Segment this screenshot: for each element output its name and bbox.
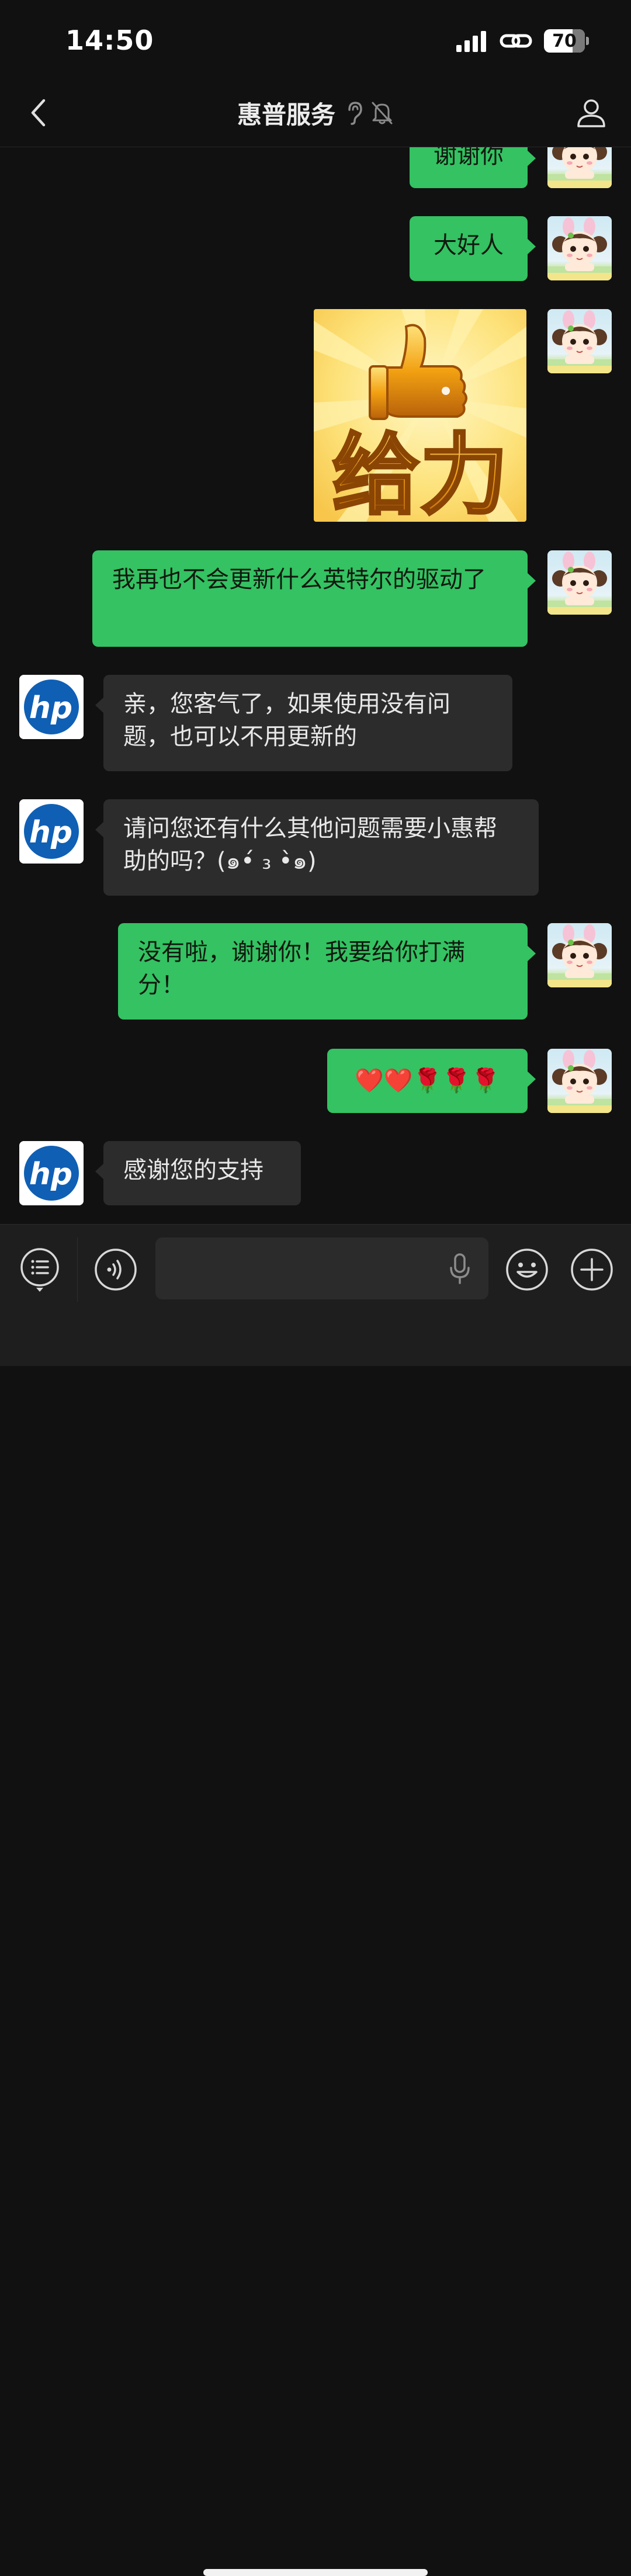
chat-info-button[interactable] [574, 95, 609, 130]
message-input[interactable] [155, 1237, 488, 1299]
message-bubble-service[interactable]: 亲，您客气了，如果使用没有问题，也可以不用更新的 [95, 675, 512, 771]
thumbs-up-sticker-image: 给力 [314, 309, 526, 522]
girl-avatar-icon [547, 924, 612, 987]
status-icons: 70 [456, 29, 589, 53]
hp-logo-text: hp [29, 1157, 72, 1192]
message-text: 感谢您的支持 [123, 1157, 264, 1184]
plus-icon [571, 1249, 613, 1291]
chat-message-list[interactable]: 谢谢你 大好人 给力 我再也不会更新什么英特尔的驱动了 hp 亲，您客气了，如果… [0, 0, 631, 1224]
message-bubble-mine[interactable]: ❤️❤️🌹🌹🌹 [327, 1049, 536, 1113]
girl-avatar-icon [547, 552, 612, 615]
my-avatar[interactable] [547, 923, 612, 987]
list-menu-icon [20, 1248, 59, 1292]
message-bubble-service[interactable]: 请问您还有什么其他问题需要小惠帮助的吗？(๑•́ ₃ •̀๑) [95, 799, 539, 896]
message-input-bar [0, 1224, 631, 2576]
home-indicator[interactable] [203, 2569, 428, 2576]
message-bubble-mine[interactable]: 没有啦，谢谢你！我要给你打满分！ [118, 923, 536, 1020]
sticker-text: 给力 [332, 425, 508, 522]
thumbs-up-sticker[interactable]: 给力 [314, 309, 526, 522]
hp-avatar[interactable]: hp [19, 1141, 84, 1205]
earpiece-mode-icon [348, 102, 362, 125]
my-avatar[interactable] [547, 1049, 612, 1113]
message-bubble-mine[interactable]: 我再也不会更新什么英特尔的驱动了 [92, 550, 536, 647]
battery-icon: 70 [544, 29, 589, 53]
emoji-button[interactable] [504, 1246, 550, 1293]
chat-header: 惠普服务 [0, 79, 631, 147]
girl-avatar-icon [547, 217, 612, 280]
input-bar-divider [77, 1237, 78, 1302]
smiley-icon [506, 1249, 548, 1291]
status-bar: 14:50 70 [0, 0, 631, 79]
message-text: 我再也不会更新什么英特尔的驱动了 [112, 566, 486, 593]
voice-icon [95, 1249, 137, 1291]
message-text: 大好人 [434, 232, 504, 259]
my-avatar[interactable] [547, 216, 612, 280]
battery-percentage: 70 [552, 30, 577, 51]
chat-title: 惠普服务 [237, 100, 335, 129]
menu-button[interactable] [16, 1246, 63, 1293]
hp-logo-icon: hp [19, 1141, 84, 1205]
hp-logo-text: hp [29, 691, 72, 726]
status-time: 14:50 [65, 25, 154, 56]
cellular-signal-icon [456, 31, 486, 52]
my-avatar[interactable] [547, 550, 612, 615]
muted-bell-icon [372, 102, 393, 124]
hp-logo-icon: hp [19, 799, 84, 864]
more-options-button[interactable] [568, 1246, 615, 1293]
hp-avatar[interactable]: hp [19, 675, 84, 739]
personal-hotspot-icon [500, 34, 532, 48]
hp-logo-icon: hp [19, 675, 84, 739]
person-icon [577, 99, 605, 127]
microphone-icon [450, 1253, 470, 1284]
girl-avatar-icon [547, 1050, 612, 1113]
message-bubble-mine[interactable]: 大好人 [410, 216, 536, 281]
voice-input-button[interactable] [445, 1251, 474, 1287]
hp-avatar[interactable]: hp [19, 799, 84, 864]
message-text: ❤️❤️🌹🌹🌹 [354, 1067, 501, 1094]
message-bubble-service[interactable]: 感谢您的支持 [95, 1141, 301, 1205]
message-text: 亲，您客气了，如果使用没有问题，也可以不用更新的 [123, 691, 450, 750]
message-text: 没有啦，谢谢你！我要给你打满分！ [138, 939, 465, 998]
voice-mode-button[interactable] [92, 1246, 139, 1293]
hp-logo-text: hp [29, 815, 72, 850]
girl-avatar-icon [547, 310, 612, 373]
chat-title-group: 惠普服务 [0, 79, 631, 147]
my-avatar[interactable] [547, 309, 612, 373]
message-text: 请问您还有什么其他问题需要小惠帮助的吗？(๑•́ ₃ •̀๑) [123, 815, 497, 875]
